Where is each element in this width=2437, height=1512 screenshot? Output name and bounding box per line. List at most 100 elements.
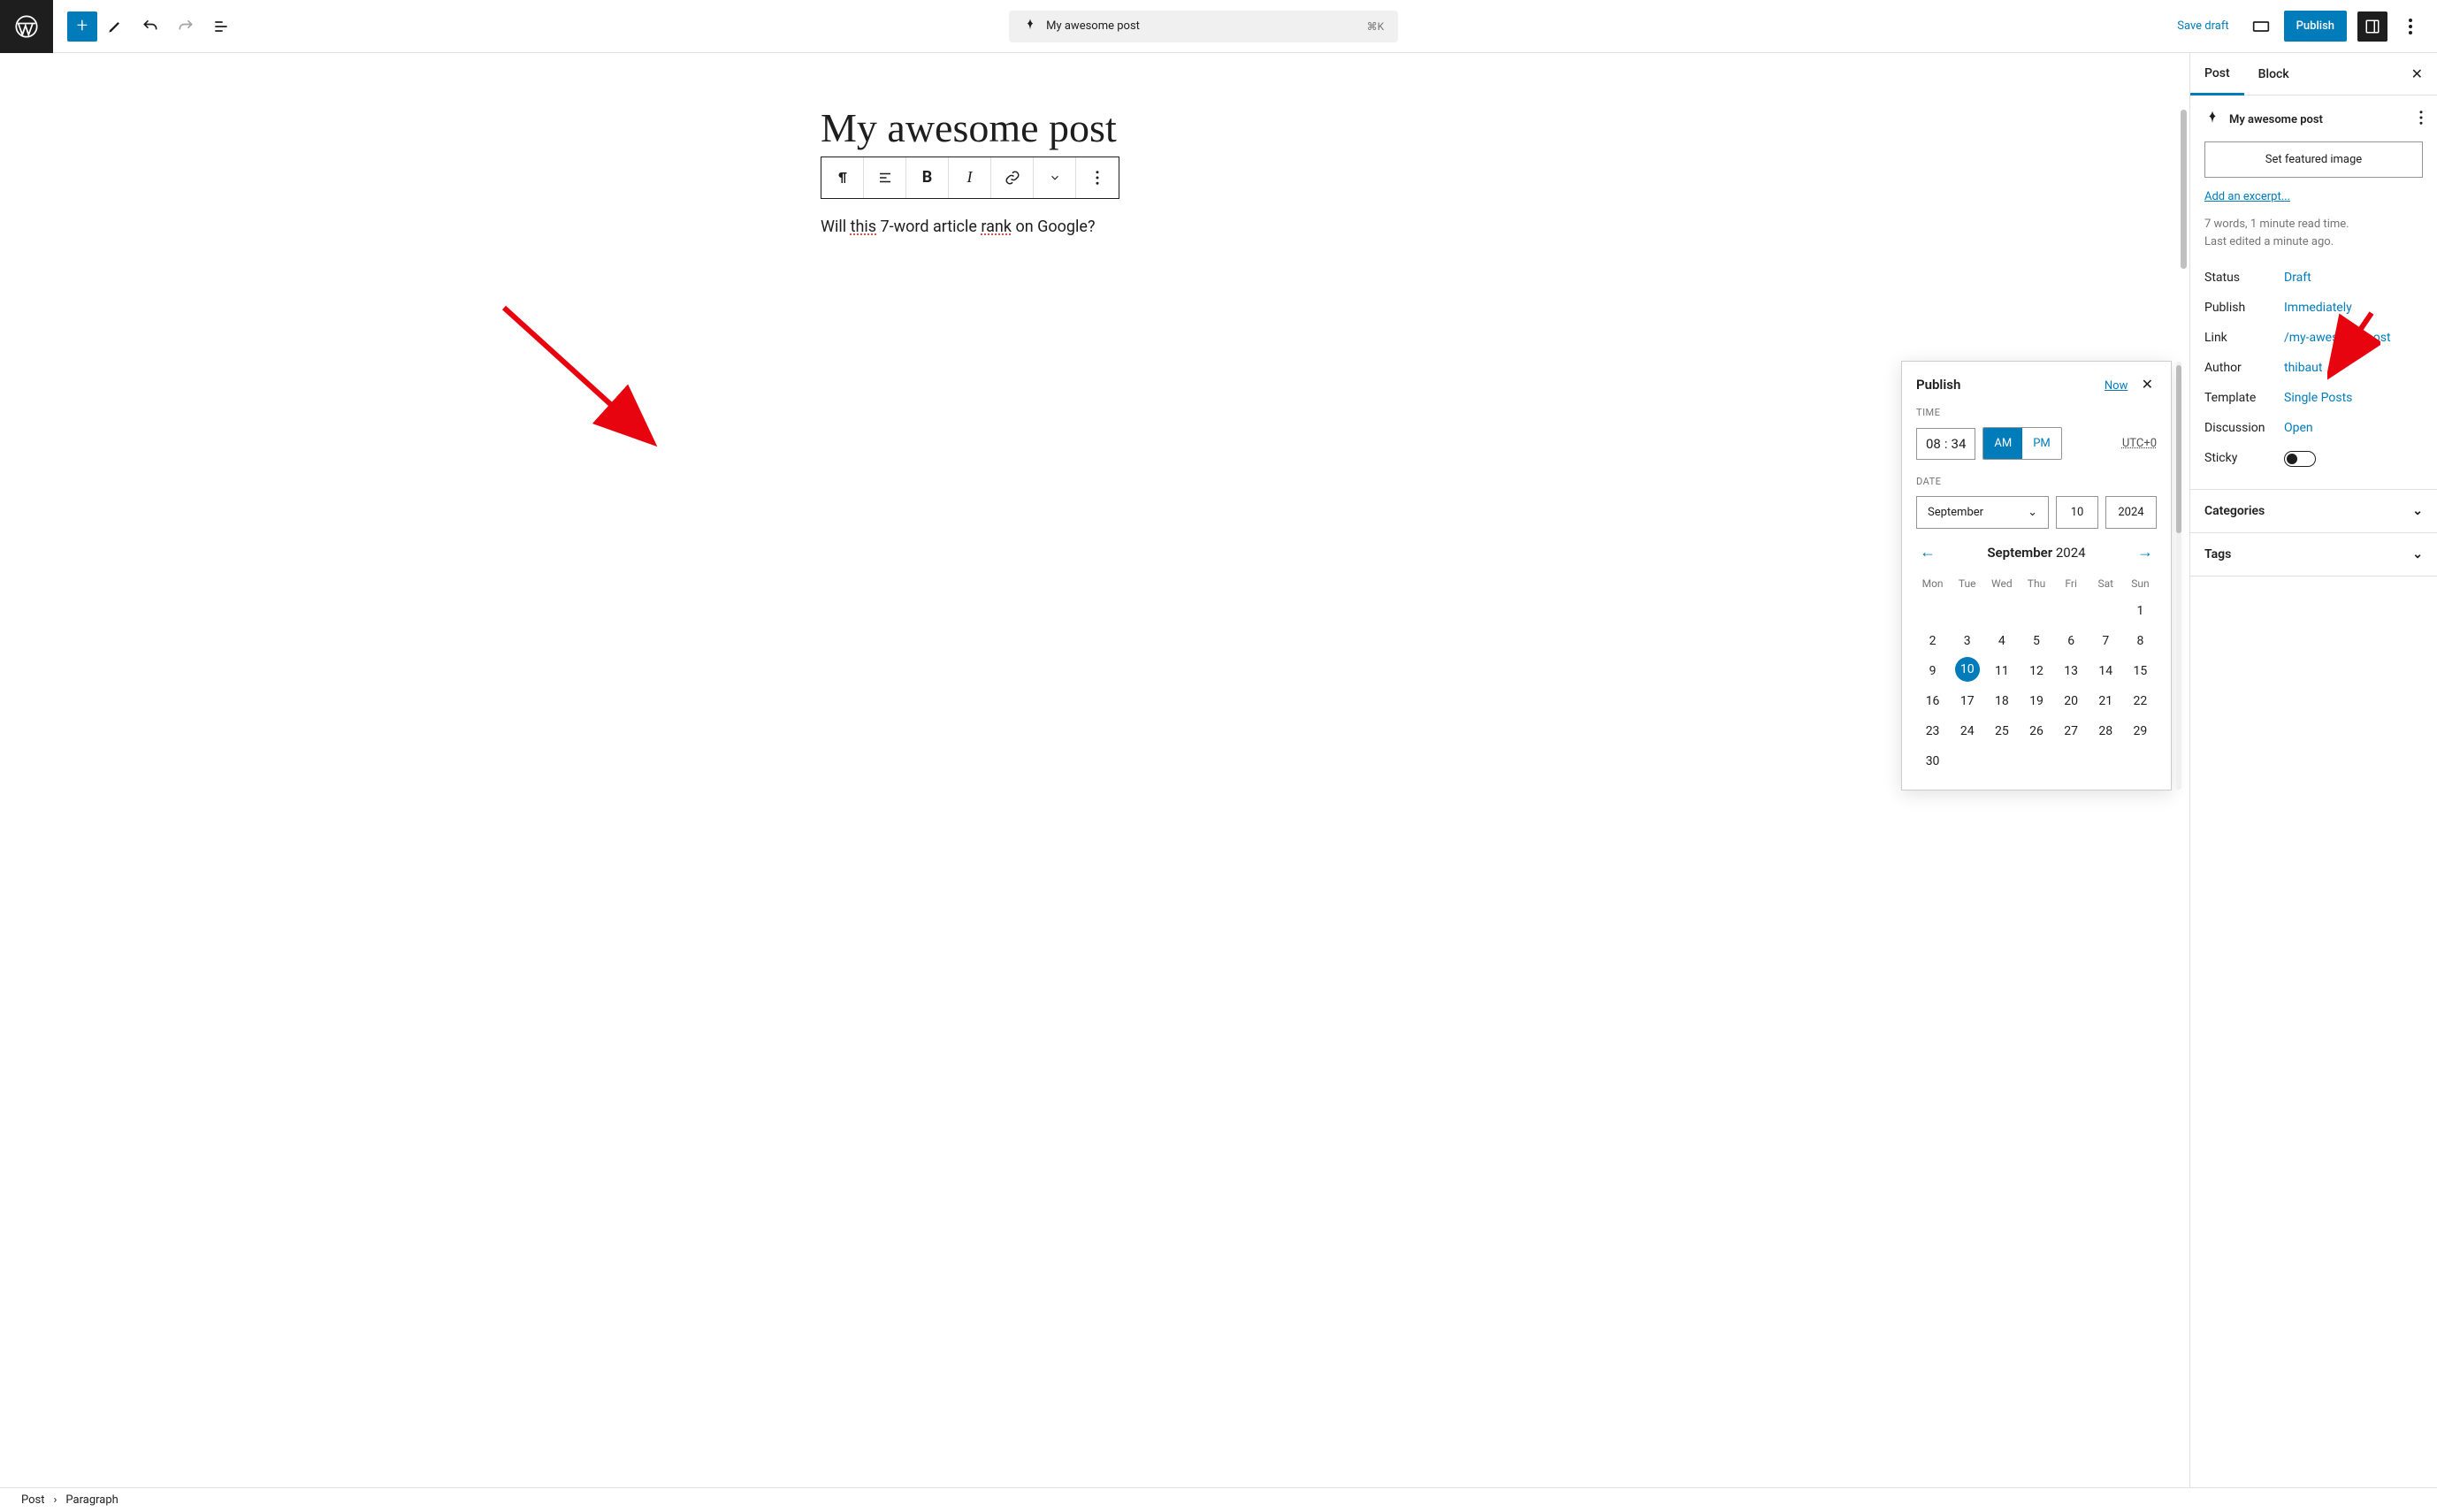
document-title-bar[interactable]: My awesome post ⌘K (1009, 11, 1398, 42)
ampm-toggle[interactable]: AM PM (1982, 427, 2061, 460)
calendar-day[interactable]: 28 (2089, 717, 2122, 745)
publish-date-popover: Publish Now ✕ TIME 08 : 34 AM PM (1901, 361, 2172, 790)
next-month-icon[interactable]: → (2137, 543, 2153, 561)
calendar-day[interactable]: 1 (2124, 597, 2157, 625)
calendar-day (1951, 597, 1983, 625)
calendar-day[interactable]: 30 (1916, 747, 1949, 775)
settings-panel-toggle[interactable] (2357, 11, 2387, 42)
calendar-day (1985, 597, 2018, 625)
more-block-options-icon[interactable] (1076, 157, 1119, 198)
calendar-day[interactable]: 15 (2124, 657, 2157, 685)
tab-block[interactable]: Block (2244, 55, 2303, 94)
author-value[interactable]: thibaut (2284, 361, 2322, 375)
add-excerpt-link[interactable]: Add an excerpt... (2204, 190, 2423, 203)
top-toolbar: + My awesome post ⌘K Save draft Publish (0, 0, 2437, 53)
calendar-day[interactable]: 5 (2020, 627, 2052, 655)
align-icon[interactable] (864, 157, 906, 198)
link-value[interactable]: /my-awesome-post (2284, 331, 2391, 345)
calendar-day[interactable]: 19 (2020, 687, 2052, 715)
calendar-day[interactable]: 23 (1916, 717, 1949, 745)
add-block-button[interactable]: + (67, 11, 97, 42)
discussion-value[interactable]: Open (2284, 421, 2313, 435)
calendar-day[interactable]: 8 (2124, 627, 2157, 655)
now-link[interactable]: Now (2105, 379, 2128, 393)
edit-tool-icon[interactable] (97, 9, 133, 44)
calendar-day[interactable]: 6 (2055, 627, 2088, 655)
sticky-toggle[interactable] (2284, 451, 2316, 467)
calendar-day[interactable]: 2 (1916, 627, 1949, 655)
post-paragraph[interactable]: Will this 7-word article rank on Google? (821, 215, 1369, 239)
calendar-day[interactable]: 9 (1916, 657, 1949, 685)
document-overview-icon[interactable] (203, 9, 239, 44)
link-icon[interactable] (991, 157, 1034, 198)
document-title: My awesome post (1046, 19, 1140, 33)
popover-scrollbar[interactable] (2176, 362, 2181, 790)
calendar-day[interactable]: 17 (1951, 687, 1983, 715)
calendar-dow: Thu (2020, 572, 2052, 595)
chevron-down-icon[interactable] (1034, 157, 1076, 198)
calendar-day[interactable]: 11 (1985, 657, 2018, 685)
block-toolbar: B I (821, 157, 1119, 199)
calendar-day[interactable]: 24 (1951, 717, 1983, 745)
calendar-day[interactable]: 27 (2055, 717, 2088, 745)
tab-post[interactable]: Post (2190, 54, 2244, 95)
timezone-label[interactable]: UTC+0 (2122, 437, 2157, 450)
post-actions-icon[interactable] (2419, 111, 2423, 128)
am-option[interactable]: AM (1983, 428, 2022, 459)
annotation-arrow (495, 299, 672, 458)
post-title[interactable]: My awesome post (821, 106, 1369, 151)
prev-month-icon[interactable]: ← (1920, 543, 1936, 561)
editor-canvas[interactable]: My awesome post B I Will this 7-word art… (0, 53, 2189, 1487)
categories-panel[interactable]: Categories ⌄ (2190, 490, 2437, 533)
day-input[interactable]: 10 (2056, 496, 2098, 529)
calendar-day[interactable]: 25 (1985, 717, 2018, 745)
wordpress-logo[interactable] (0, 0, 53, 53)
calendar-day (1951, 747, 1983, 775)
featured-image-button[interactable]: Set featured image (2204, 141, 2423, 178)
calendar-day[interactable]: 14 (2089, 657, 2122, 685)
tags-panel[interactable]: Tags ⌄ (2190, 533, 2437, 577)
close-sidebar-icon[interactable]: ✕ (2397, 53, 2437, 95)
calendar-day[interactable]: 10 (1955, 657, 1980, 682)
calendar-day[interactable]: 13 (2055, 657, 2088, 685)
breadcrumb-post[interactable]: Post (21, 1493, 45, 1507)
calendar-day[interactable]: 4 (1985, 627, 2018, 655)
pm-option[interactable]: PM (2022, 428, 2061, 459)
redo-icon[interactable] (168, 9, 203, 44)
sticky-label: Sticky (2204, 451, 2284, 467)
calendar-day[interactable]: 21 (2089, 687, 2122, 715)
year-input[interactable]: 2024 (2105, 496, 2157, 529)
calendar-day[interactable]: 29 (2124, 717, 2157, 745)
author-label: Author (2204, 361, 2284, 375)
post-type-icon (2204, 110, 2220, 129)
template-label: Template (2204, 391, 2284, 405)
popover-title: Publish (1916, 377, 1960, 393)
month-select[interactable]: September ⌄ (1916, 496, 2049, 529)
paragraph-block-icon[interactable] (821, 157, 864, 198)
calendar-day[interactable]: 3 (1951, 627, 1983, 655)
calendar-day (2089, 747, 2122, 775)
calendar-day[interactable]: 26 (2020, 717, 2052, 745)
status-value[interactable]: Draft (2284, 271, 2311, 285)
publish-button[interactable]: Publish (2284, 11, 2347, 42)
more-options-icon[interactable] (2395, 11, 2426, 42)
calendar-day[interactable]: 16 (1916, 687, 1949, 715)
calendar-day[interactable]: 20 (2055, 687, 2088, 715)
calendar-dow: Tue (1951, 572, 1983, 595)
canvas-scrollbar[interactable] (2181, 106, 2188, 1461)
close-icon[interactable]: ✕ (2138, 372, 2157, 396)
time-input[interactable]: 08 : 34 (1916, 428, 1975, 460)
publish-value[interactable]: Immediately (2284, 301, 2352, 315)
chevron-down-icon: ⌄ (2028, 506, 2037, 519)
italic-button[interactable]: I (949, 157, 991, 198)
undo-icon[interactable] (133, 9, 168, 44)
preview-button[interactable] (2245, 11, 2277, 42)
calendar-day[interactable]: 12 (2020, 657, 2052, 685)
breadcrumb-paragraph[interactable]: Paragraph (65, 1493, 118, 1507)
save-draft-button[interactable]: Save draft (2168, 12, 2237, 40)
calendar-day[interactable]: 18 (1985, 687, 2018, 715)
bold-button[interactable]: B (906, 157, 949, 198)
calendar-day[interactable]: 7 (2089, 627, 2122, 655)
template-value[interactable]: Single Posts (2284, 391, 2352, 405)
calendar-day[interactable]: 22 (2124, 687, 2157, 715)
